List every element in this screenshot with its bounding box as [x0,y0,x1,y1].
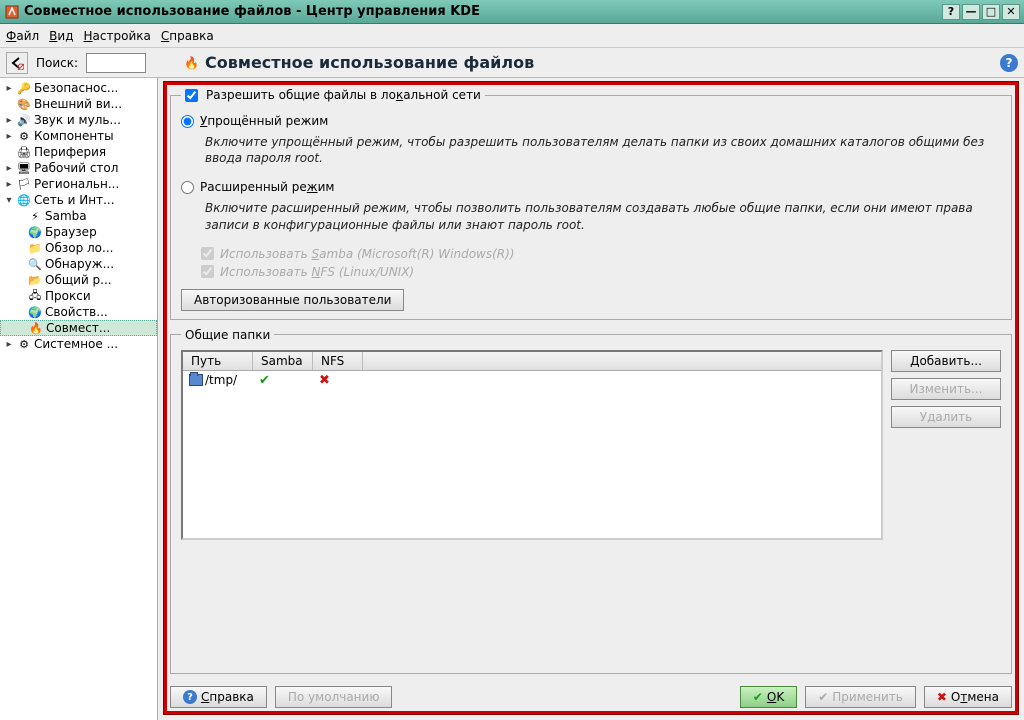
tree-item-desktop[interactable]: ▸🖥Рабочий стол [0,160,157,176]
shared-folders-group: Общие папки Путь Samba NFS /tmp/ ✔ ✖ [170,328,1012,674]
menu-settings[interactable]: Настройка [84,29,151,43]
use-nfs-label: Использовать NFS (Linux/UNIX) [220,265,414,279]
use-samba-label: Использовать Samba (Microsoft(R) Windows… [220,247,514,261]
menubar: Файл Вид Настройка Справка [0,24,1024,48]
cancel-button[interactable]: ✖Отмена [924,686,1012,708]
defaults-button: По умолчанию [275,686,393,708]
dialog-buttons: ?Справка По умолчанию ✔OK ✔Применить ✖От… [170,682,1012,708]
tree-item-appearance[interactable]: 🎨Внешний ви... [0,96,157,112]
tree-sub-discovery[interactable]: 🔍Обнаруж... [0,256,157,272]
tree-sub-proxy[interactable]: 🖧Прокси [0,288,157,304]
tree-sub-browser[interactable]: 🌍Браузер [0,224,157,240]
expander-icon[interactable]: ▸ [4,83,14,94]
advanced-mode-description: Включите расширенный режим, чтобы позвол… [205,200,1001,232]
category-tree[interactable]: ▸🔑Безопаснос... 🎨Внешний ви... ▸🔊Звук и … [0,78,158,720]
titlebar: Совместное использование файлов - Центр … [0,0,1024,24]
remove-button: Удалить [891,406,1001,428]
search-input[interactable] [86,53,146,73]
main-area: ▸🔑Безопаснос... 🎨Внешний ви... ▸🔊Звук и … [0,78,1024,720]
apply-button: ✔Применить [805,686,916,708]
components-icon: ⚙ [17,129,31,143]
back-button[interactable] [6,52,28,74]
table-row[interactable]: /tmp/ ✔ ✖ [183,371,881,390]
menu-view[interactable]: Вид [49,29,73,43]
ok-icon: ✔ [753,690,763,704]
toolbar: Поиск: 🔥 Совместное использование файлов… [0,48,1024,78]
tree-item-network[interactable]: ▾🌐Сеть и Инт... [0,192,157,208]
appearance-icon: 🎨 [17,97,31,111]
apply-icon: ✔ [818,690,828,704]
page-icon: 🔥 [184,56,199,70]
use-samba-checkbox [201,247,214,260]
folder-icon [189,374,203,386]
samba-icon: ⚡ [28,209,42,223]
edit-button: Изменить... [891,378,1001,400]
context-help-button[interactable]: ? [1000,54,1018,72]
page-title: Совместное использование файлов [205,53,534,72]
col-samba[interactable]: Samba [253,352,313,370]
close-button[interactable]: ✕ [1002,4,1020,20]
advanced-mode-radio[interactable] [181,181,194,194]
globe-icon: 🌐 [17,193,31,207]
menu-file[interactable]: Файл [6,29,39,43]
browser-icon: 🌍 [28,225,42,239]
flag-icon: 🏳 [17,177,31,191]
tree-sub-lan-browse[interactable]: 📁Обзор ло... [0,240,157,256]
tree-sub-connection[interactable]: 🌍Свойств... [0,304,157,320]
check-icon: ✔ [259,373,270,388]
cancel-icon: ✖ [937,690,947,704]
col-nfs[interactable]: NFS [313,352,363,370]
shared-folders-legend: Общие папки [181,328,274,342]
app-icon [4,4,20,20]
proxy-icon: 🖧 [28,289,42,303]
enable-sharing-checkbox[interactable] [185,89,198,102]
authorized-users-button[interactable]: Авторизованные пользователи [181,289,404,311]
shield-icon: 🔑 [17,81,31,95]
tree-sub-samba[interactable]: ⚡Samba [0,208,157,224]
tree-sub-filesharing[interactable]: 🔥Совмест... [0,320,157,336]
tree-item-security[interactable]: ▸🔑Безопаснос... [0,80,157,96]
peripherals-icon: 🖨 [17,145,31,159]
minimize-button[interactable]: — [962,4,980,20]
enable-sharing-label: Разрешить общие файлы в локальной сети [206,88,481,102]
filesharing-icon: 🔥 [29,321,43,335]
ok-button[interactable]: ✔OK [740,686,797,708]
search-label: Поиск: [36,56,78,70]
discovery-icon: 🔍 [28,257,42,271]
sound-icon: 🔊 [17,113,31,127]
help-window-button[interactable]: ? [942,4,960,20]
desktop-icon: 🖥 [17,161,31,175]
share-icon: 📂 [28,273,42,287]
connection-icon: 🌍 [28,305,42,319]
sharing-mode-group: Разрешить общие файлы в локальной сети У… [170,88,1012,320]
simple-mode-description: Включите упрощённый режим, чтобы разреши… [205,134,1001,166]
tree-item-peripherals[interactable]: 🖨Периферия [0,144,157,160]
cross-icon: ✖ [319,373,330,388]
menu-help[interactable]: Справка [161,29,214,43]
simple-mode-radio[interactable] [181,115,194,128]
content-panel: Разрешить общие файлы в локальной сети У… [158,78,1024,720]
tree-item-regional[interactable]: ▸🏳Региональн... [0,176,157,192]
add-button[interactable]: Добавить... [891,350,1001,372]
tree-item-components[interactable]: ▸⚙Компоненты [0,128,157,144]
system-icon: ⚙ [17,337,31,351]
window-title: Совместное использование файлов - Центр … [24,4,940,19]
tree-sub-public-share[interactable]: 📂Общий р... [0,272,157,288]
advanced-mode-label: Расширенный режим [200,180,334,194]
question-icon: ? [183,690,197,704]
maximize-button[interactable]: □ [982,4,1000,20]
lan-icon: 📁 [28,241,42,255]
row-path: /tmp/ [205,373,237,387]
col-path[interactable]: Путь [183,352,253,370]
shared-folders-table[interactable]: Путь Samba NFS /tmp/ ✔ ✖ [181,350,883,540]
simple-mode-label: Упрощённый режим [200,114,328,128]
use-nfs-checkbox [201,265,214,278]
tree-item-sound[interactable]: ▸🔊Звук и муль... [0,112,157,128]
tree-item-system[interactable]: ▸⚙Системное ... [0,336,157,352]
help-button[interactable]: ?Справка [170,686,267,708]
